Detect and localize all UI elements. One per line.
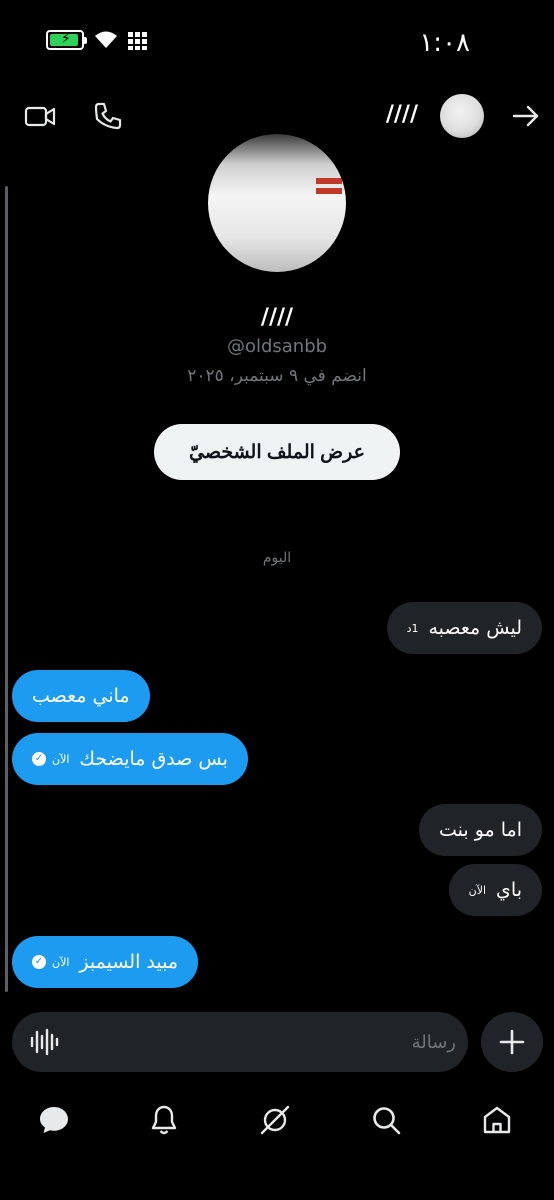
message-time: 1د — [406, 621, 419, 635]
day-separator: اليوم — [262, 550, 292, 566]
message-text: ماني معصب — [32, 685, 130, 707]
phone-icon[interactable] — [90, 98, 126, 134]
message-text: ليش معصبه — [428, 617, 522, 639]
read-check-icon: ✓ — [32, 752, 46, 766]
message-text: باي — [496, 879, 522, 901]
signal-icon — [128, 32, 147, 50]
message-bubble-sent[interactable]: ماني معصب — [12, 670, 150, 722]
message-bubble-sent[interactable]: بس صدق مايضحك الآن ✓ — [12, 733, 248, 785]
add-attachment-button[interactable] — [481, 1012, 543, 1072]
message-composer — [12, 1012, 468, 1072]
grok-icon[interactable] — [255, 1100, 295, 1140]
message-text: مبيد السيمبز — [79, 951, 179, 973]
message-time: الآن — [52, 752, 70, 766]
home-icon[interactable] — [477, 1100, 517, 1140]
status-time: ١:٠٨ — [419, 28, 470, 58]
message-bubble-sent[interactable]: مبيد السيمبز الآن ✓ — [12, 936, 199, 988]
message-bubble-received[interactable]: باي الآن — [448, 864, 542, 916]
message-bubble-received[interactable]: ليش معصبه 1د — [386, 602, 542, 654]
status-icons: ⚡ — [46, 30, 148, 50]
contact-name[interactable]: //// — [386, 102, 418, 127]
profile-handle: @oldsanbb — [226, 336, 328, 357]
message-input[interactable] — [72, 1022, 456, 1062]
battery-charging-icon: ⚡ — [46, 30, 87, 50]
profile-joined-date: انضم في ٩ سبتمبر، ٢٠٢٥ — [187, 366, 367, 386]
bottom-navigation — [0, 1090, 554, 1150]
wifi-icon — [95, 31, 117, 48]
search-icon[interactable] — [366, 1100, 406, 1140]
read-check-icon: ✓ — [32, 955, 46, 969]
message-time: الآن — [52, 955, 70, 969]
contact-avatar[interactable] — [440, 94, 484, 138]
message-text: اما مو بنت — [439, 819, 522, 841]
profile-avatar[interactable] — [208, 134, 346, 272]
message-time: الآن — [468, 883, 487, 897]
message-bubble-received[interactable]: اما مو بنت — [419, 804, 542, 856]
view-profile-button[interactable]: عرض الملف الشخصيّ — [154, 424, 400, 480]
status-bar: ⚡ ١:٠٨ — [0, 0, 554, 84]
message-text: بس صدق مايضحك — [79, 748, 228, 770]
messages-icon[interactable] — [34, 1100, 74, 1140]
video-call-icon[interactable] — [22, 98, 58, 134]
voice-message-icon[interactable] — [28, 1026, 60, 1058]
plus-icon — [499, 1029, 525, 1055]
back-arrow-icon[interactable] — [508, 98, 544, 134]
profile-name: //// — [260, 305, 294, 330]
notifications-icon[interactable] — [144, 1100, 184, 1140]
